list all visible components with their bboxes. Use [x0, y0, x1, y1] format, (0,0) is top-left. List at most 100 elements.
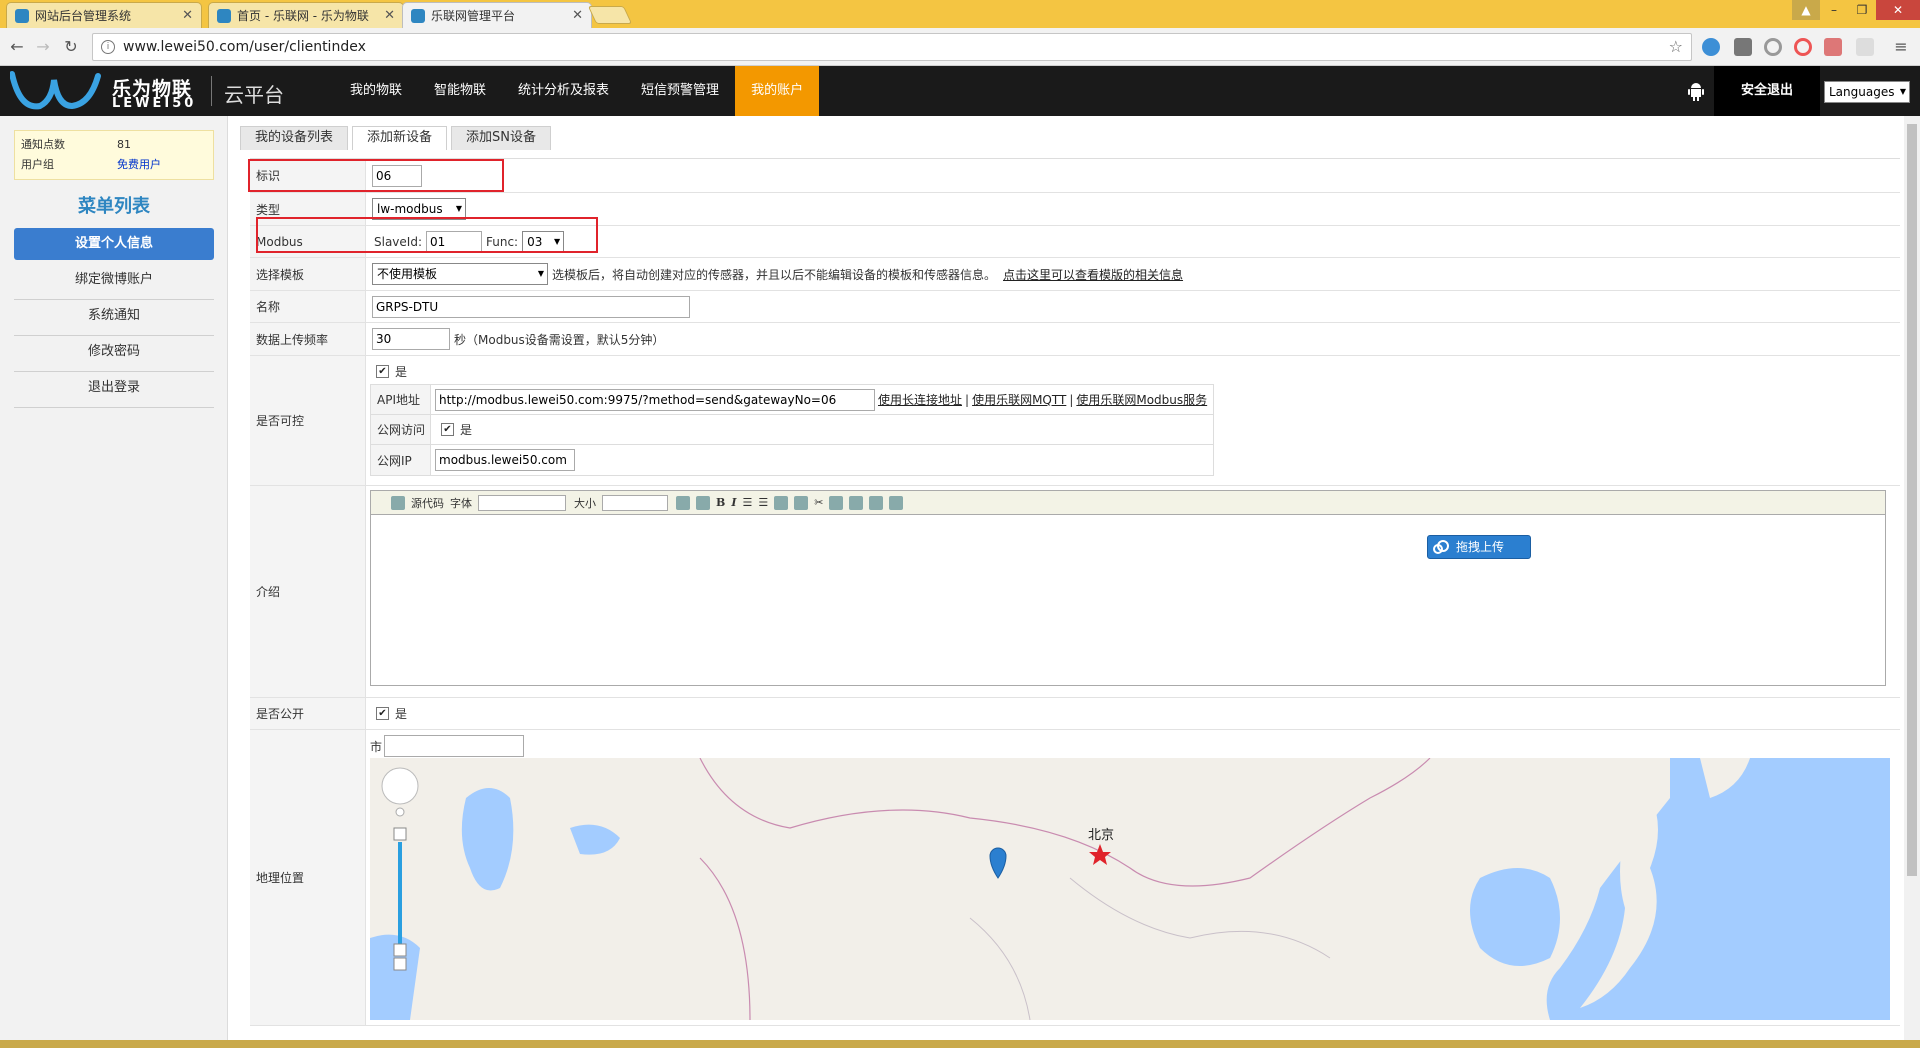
- drag-upload-button[interactable]: 拖拽上传: [1427, 535, 1531, 559]
- sidebar-item-profile[interactable]: 设置个人信息: [14, 228, 214, 260]
- sidebar-item-logout[interactable]: 退出登录: [14, 372, 214, 408]
- bookmark-star-icon[interactable]: ☆: [1669, 37, 1683, 56]
- nav-item-smart-iot[interactable]: 智能物联: [418, 66, 502, 116]
- controllable-checkbox[interactable]: ✔: [376, 364, 389, 378]
- url-input[interactable]: i www.lewei50.com/user/clientindex ☆: [92, 33, 1692, 61]
- highlight-box: [256, 217, 598, 253]
- page-scrollbar[interactable]: [1904, 116, 1920, 1040]
- info-icon[interactable]: i: [101, 40, 115, 54]
- sidebar-item-password[interactable]: 修改密码: [14, 336, 214, 372]
- frequency-input[interactable]: 30: [372, 328, 450, 350]
- unordered-list-icon[interactable]: ☰: [758, 496, 768, 509]
- menu-icon[interactable]: ≡: [1890, 36, 1912, 58]
- extension-icon[interactable]: [1824, 38, 1842, 56]
- browser-tab[interactable]: 首页 - 乐联网 - 乐为物联 ✕: [208, 2, 404, 28]
- link-icon[interactable]: [774, 495, 789, 510]
- user-icon[interactable]: ▲: [1792, 0, 1820, 20]
- size-label: 大小: [574, 496, 596, 510]
- main-nav: 我的物联 智能物联 统计分析及报表 短信预警管理 我的账户: [334, 66, 820, 116]
- font-select[interactable]: [478, 494, 566, 511]
- public-access-checkbox[interactable]: ✔: [441, 423, 454, 436]
- mqtt-link[interactable]: 使用乐联网MQTT: [972, 391, 1066, 408]
- android-icon[interactable]: [1688, 80, 1704, 102]
- tab-title: 乐联网管理平台: [431, 9, 516, 23]
- language-select[interactable]: Languages: [1824, 81, 1910, 103]
- template-select[interactable]: 不使用模板: [372, 263, 548, 285]
- field-label: 选择模板: [250, 258, 366, 290]
- extension-icon[interactable]: [1856, 38, 1874, 56]
- cut-icon[interactable]: ✂: [814, 496, 823, 509]
- bg-color-icon[interactable]: [696, 495, 710, 510]
- extension-icon[interactable]: [1702, 38, 1720, 56]
- new-tab-button[interactable]: [587, 6, 633, 24]
- unlink-icon[interactable]: [794, 495, 809, 510]
- checkbox-label: 是: [395, 364, 408, 379]
- field-label: 是否公开: [250, 698, 366, 729]
- form-row-modbus: Modbus SlaveId: 01 Func: 03: [250, 217, 1900, 258]
- field-label: 介绍: [250, 486, 366, 697]
- os-taskbar: [0, 1040, 1920, 1048]
- sidebar-item-weibo[interactable]: 绑定微博账户: [14, 264, 214, 300]
- control-settings: API地址 http://modbus.lewei50.com:9975/?me…: [370, 384, 1214, 476]
- source-code-icon[interactable]: [391, 495, 405, 510]
- template-info-link[interactable]: 点击这里可以查看模版的相关信息: [1003, 266, 1183, 283]
- scrollbar-thumb[interactable]: [1907, 124, 1917, 876]
- bold-icon[interactable]: B: [716, 496, 725, 509]
- tab-device-list[interactable]: 我的设备列表: [240, 126, 349, 150]
- modbus-service-link[interactable]: 使用乐联网Modbus服务: [1076, 391, 1207, 408]
- public-ip-input[interactable]: modbus.lewei50.com: [435, 449, 575, 471]
- nav-item-my-iot[interactable]: 我的物联: [334, 66, 418, 116]
- api-url-input[interactable]: http://modbus.lewei50.com:9975/?method=s…: [435, 388, 875, 411]
- editor-textarea[interactable]: 拖拽上传: [371, 515, 1885, 685]
- tab-title: 首页 - 乐联网 - 乐为物联: [237, 9, 369, 23]
- browser-tab[interactable]: 网站后台管理系统 ✕: [6, 2, 202, 28]
- close-icon[interactable]: ✕: [182, 8, 193, 23]
- minimize-icon[interactable]: –: [1820, 0, 1848, 20]
- close-icon[interactable]: ✕: [572, 8, 583, 23]
- checkbox-label: 是: [395, 707, 408, 721]
- italic-icon[interactable]: I: [731, 496, 736, 509]
- form-row-id: 标识 06: [248, 159, 1900, 193]
- sidebar: 通知点数 81 用户组 免费用户 菜单列表 设置个人信息 绑定微博账户 系统通知 修…: [0, 116, 228, 1040]
- form-row-controllable: 是否可控 ✔ 是 API地址 http://modbus.lewei50.com…: [250, 356, 1900, 486]
- divider: [211, 76, 212, 106]
- nav-item-stats[interactable]: 统计分析及报表: [502, 66, 625, 116]
- city-label: 市: [370, 739, 383, 754]
- extension-icon[interactable]: [1794, 38, 1812, 56]
- tab-add-device[interactable]: 添加新设备: [352, 126, 448, 150]
- paste-text-icon[interactable]: [869, 495, 884, 510]
- size-select[interactable]: [602, 494, 668, 511]
- nav-item-sms-alerts[interactable]: 短信预警管理: [625, 66, 735, 116]
- name-input[interactable]: GRPS-DTU: [372, 295, 690, 318]
- close-icon[interactable]: ✕: [384, 8, 395, 23]
- copy-icon[interactable]: [829, 495, 844, 510]
- user-group-link[interactable]: 免费用户: [117, 155, 161, 175]
- reload-icon[interactable]: ↻: [60, 36, 82, 58]
- logout-button[interactable]: 安全退出: [1714, 66, 1820, 116]
- ordered-list-icon[interactable]: ☰: [742, 496, 752, 509]
- text-color-icon[interactable]: [676, 495, 690, 510]
- browser-tab-active[interactable]: 乐联网管理平台 ✕: [402, 2, 592, 28]
- extension-icon[interactable]: [1734, 38, 1752, 56]
- form-row-location: 地理位置 市 北京: [250, 730, 1900, 1026]
- form-row-public: 是否公开 ✔ 是: [250, 698, 1900, 730]
- extension-icon[interactable]: [1764, 38, 1782, 56]
- paste-icon[interactable]: [849, 495, 864, 510]
- public-ip-label: 公网IP: [371, 445, 431, 475]
- info-value: 81: [117, 138, 131, 151]
- window-close-icon[interactable]: ✕: [1876, 0, 1920, 20]
- restore-icon[interactable]: ❐: [1848, 0, 1876, 20]
- public-checkbox[interactable]: ✔: [376, 707, 389, 720]
- city-input[interactable]: [384, 735, 525, 757]
- map[interactable]: 北京: [370, 758, 1890, 1020]
- paste-word-icon[interactable]: [889, 495, 904, 510]
- long-connection-link[interactable]: 使用长连接地址: [878, 391, 962, 408]
- source-code-button[interactable]: 源代码: [411, 495, 444, 511]
- tab-add-sn-device[interactable]: 添加SN设备: [451, 126, 552, 150]
- sidebar-item-notifications[interactable]: 系统通知: [14, 300, 214, 336]
- back-icon[interactable]: ←: [6, 36, 28, 58]
- frequency-note: 秒（Modbus设备需设置，默认5分钟）: [454, 332, 665, 347]
- nav-item-my-account[interactable]: 我的账户: [735, 66, 820, 116]
- template-note: 选模板后，将自动创建对应的传感器，并且以后不能编辑设备的模板和传感器信息。: [552, 267, 997, 282]
- forward-icon[interactable]: →: [32, 36, 54, 58]
